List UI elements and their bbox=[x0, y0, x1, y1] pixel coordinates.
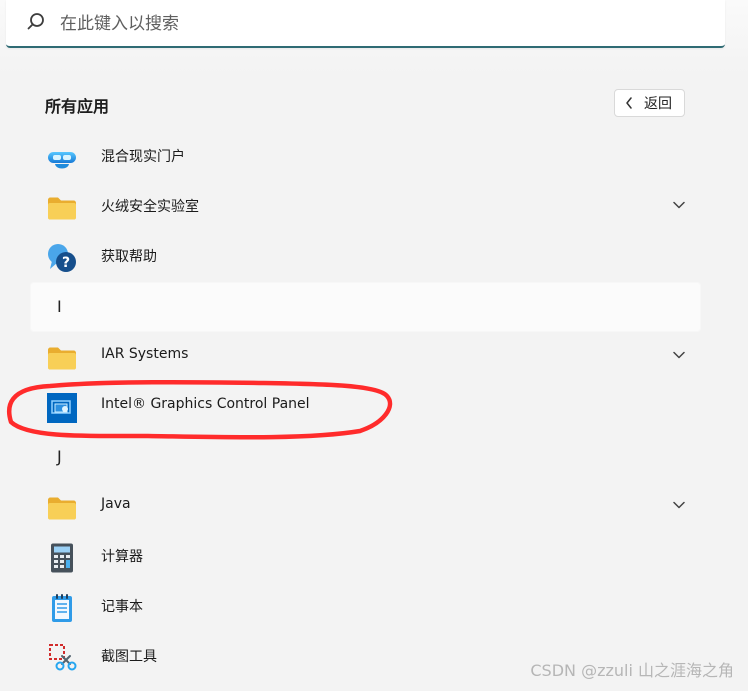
letter-header-j[interactable]: J bbox=[30, 432, 701, 482]
letter-header-i[interactable]: I bbox=[30, 282, 701, 332]
letter-label: J bbox=[57, 447, 62, 466]
app-label: 获取帮助 bbox=[101, 249, 157, 265]
chevron-left-icon bbox=[626, 97, 632, 109]
app-item-notepad[interactable]: 记事本 bbox=[30, 582, 701, 632]
help-icon: ? bbox=[48, 244, 76, 272]
mixed-reality-icon bbox=[48, 152, 76, 169]
snipping-tool-icon bbox=[49, 644, 77, 671]
app-label: 截图工具 bbox=[101, 649, 157, 665]
app-label: Intel® Graphics Control Panel bbox=[101, 396, 310, 412]
chevron-down-icon[interactable] bbox=[673, 501, 685, 509]
chevron-down-icon[interactable] bbox=[673, 201, 685, 209]
search-box[interactable] bbox=[6, 0, 725, 48]
section-title: 所有应用 bbox=[45, 97, 110, 116]
back-button-label: 返回 bbox=[644, 96, 672, 112]
app-item-get-help[interactable]: ? 获取帮助 bbox=[30, 232, 701, 282]
app-label: 火绒安全实验室 bbox=[101, 199, 199, 215]
folder-icon bbox=[48, 197, 76, 220]
chevron-down-icon[interactable] bbox=[673, 351, 685, 359]
app-label: Java bbox=[101, 496, 131, 512]
letter-label: I bbox=[57, 297, 62, 316]
app-item-calculator[interactable]: 计算器 bbox=[30, 532, 701, 582]
back-button[interactable]: 返回 bbox=[614, 89, 685, 117]
all-apps-list: 混合现实门户 火绒安全实验室 ? 获取帮助 I IAR Systems Inte… bbox=[0, 132, 748, 691]
folder-icon bbox=[48, 497, 76, 520]
search-icon bbox=[27, 13, 44, 30]
watermark: CSDN @zzuli 山之涯海之角 bbox=[530, 661, 734, 680]
calculator-icon bbox=[51, 543, 73, 573]
app-item-mixed-reality-portal[interactable]: 混合现实门户 bbox=[30, 132, 701, 182]
app-item-intel-graphics-control-panel[interactable]: Intel® Graphics Control Panel bbox=[30, 382, 701, 432]
app-label: 混合现实门户 bbox=[101, 149, 185, 165]
search-input[interactable] bbox=[58, 8, 702, 40]
folder-icon bbox=[48, 347, 76, 370]
app-item-iar-systems[interactable]: IAR Systems bbox=[30, 332, 701, 382]
app-item-huorong-security-lab[interactable]: 火绒安全实验室 bbox=[30, 182, 701, 232]
app-label: IAR Systems bbox=[101, 346, 189, 362]
app-item-java[interactable]: Java bbox=[30, 482, 701, 532]
intel-graphics-icon bbox=[47, 393, 77, 423]
svg-text:?: ? bbox=[62, 255, 70, 271]
notepad-icon bbox=[52, 594, 72, 622]
app-label: 记事本 bbox=[101, 599, 143, 615]
app-label: 计算器 bbox=[101, 549, 143, 565]
